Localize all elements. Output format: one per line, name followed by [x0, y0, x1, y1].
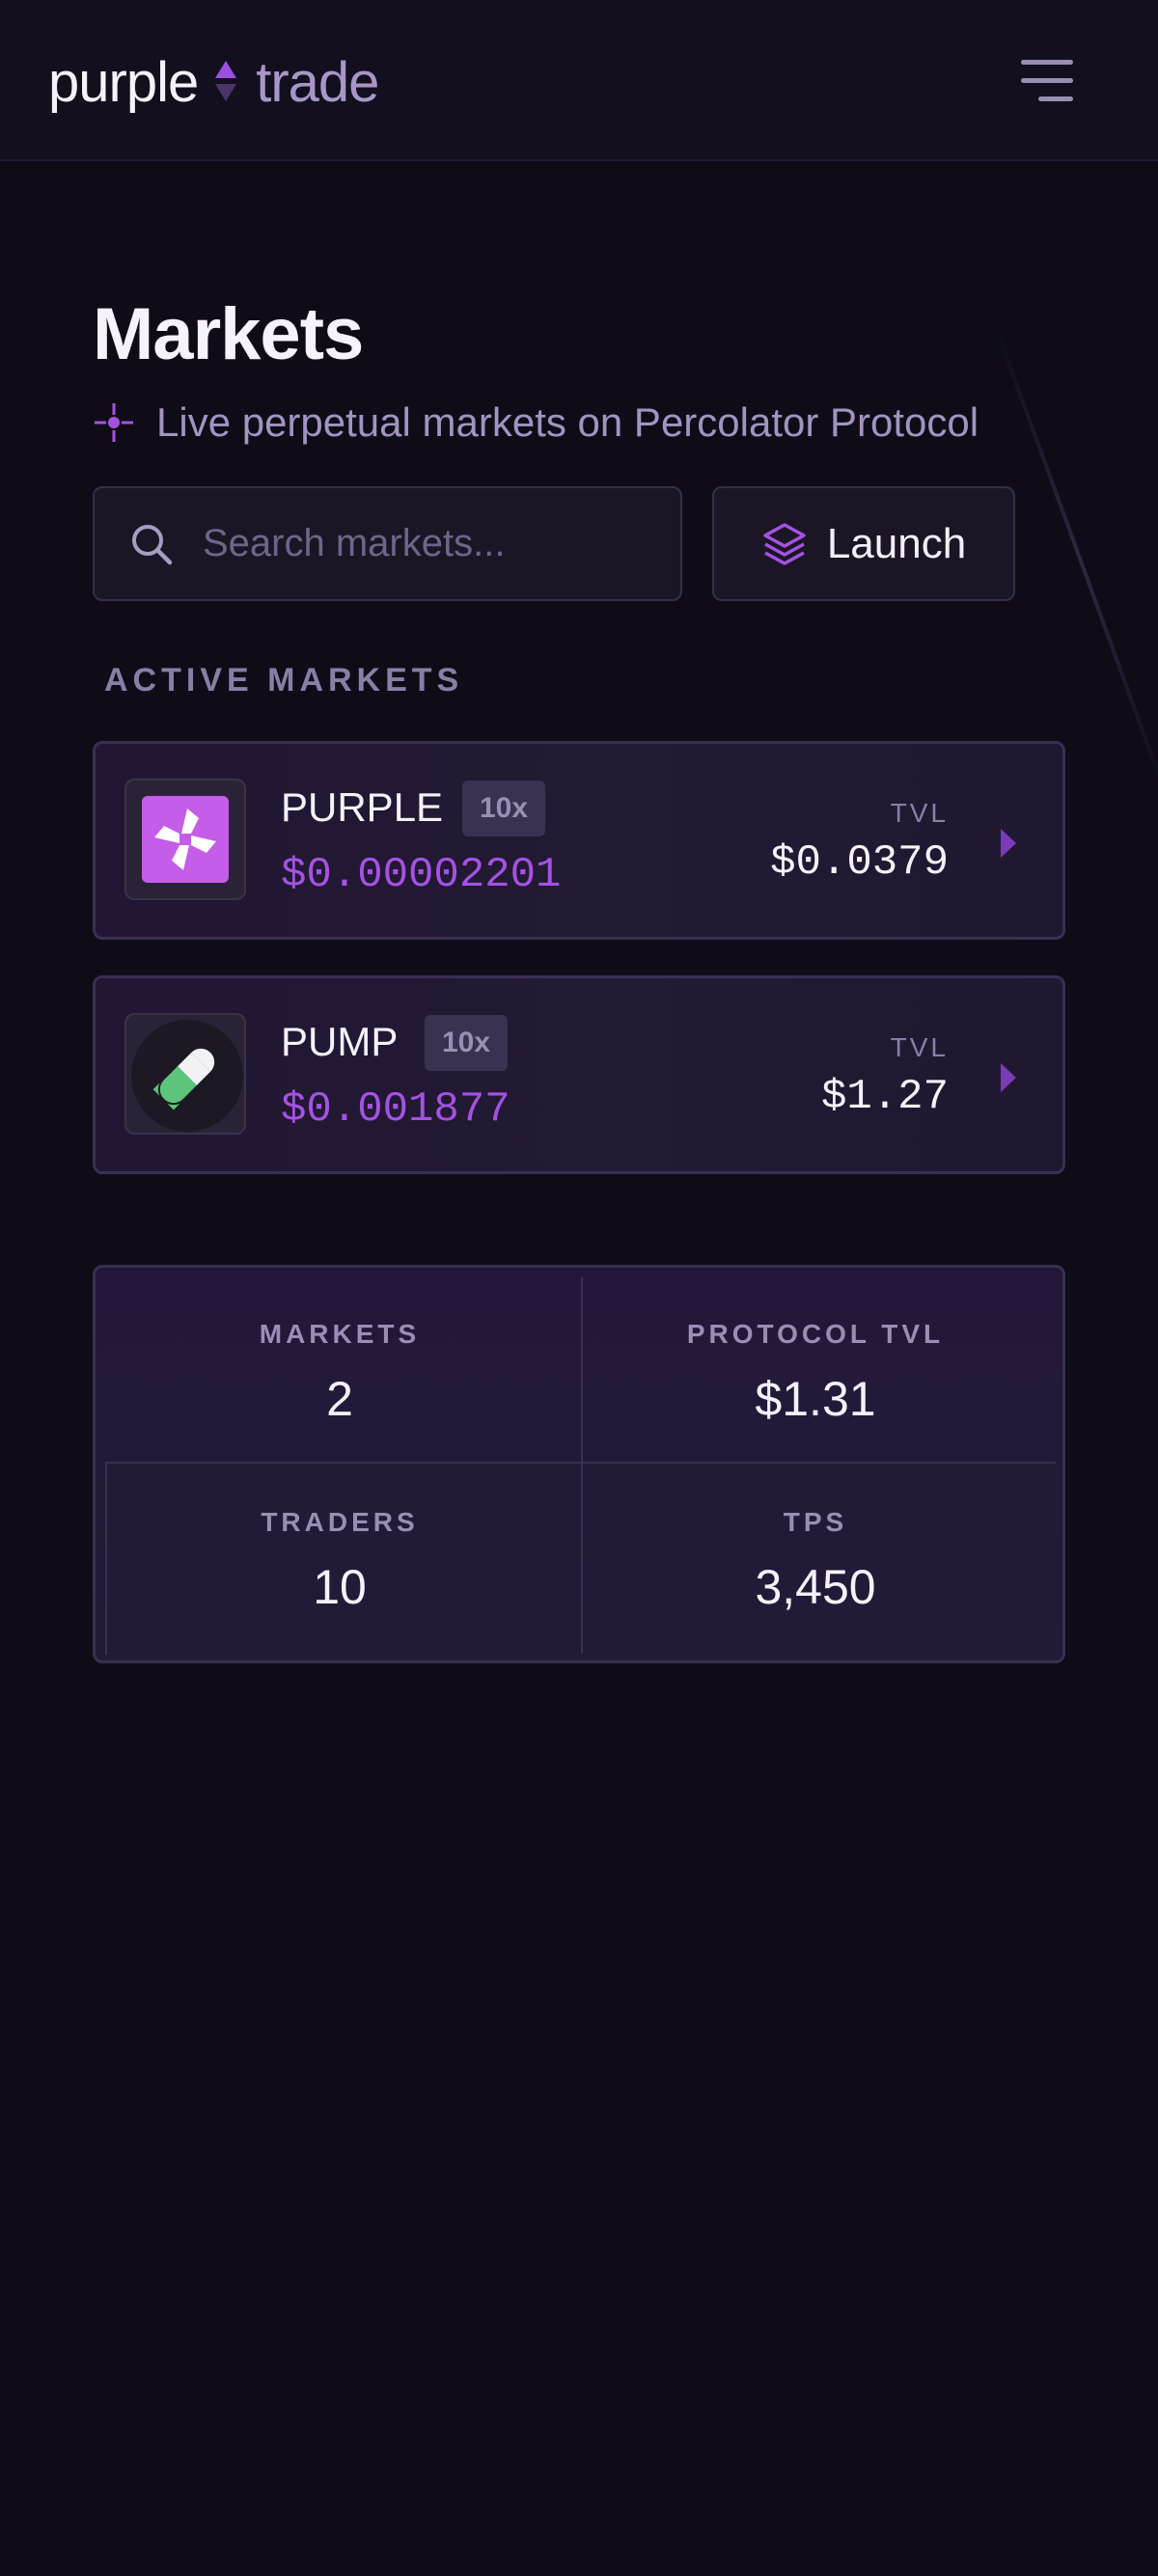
leverage-badge: 10x: [425, 1015, 509, 1071]
brand-logo[interactable]: purple trade: [48, 48, 379, 116]
stat-value: $1.31: [755, 1372, 876, 1426]
stat-value: 3,450: [755, 1560, 876, 1614]
decorative-line: [994, 326, 1158, 800]
protocol-stats-panel: MARKETS 2 PROTOCOL TVL $1.31 TRADERS 10 …: [93, 1265, 1065, 1663]
tvl-value: $1.27: [820, 1073, 949, 1121]
page-title: Markets: [93, 293, 364, 375]
tvl-label: TVL: [890, 1032, 949, 1062]
page-subtitle: Live perpetual markets on Percolator Pro…: [93, 397, 979, 448]
stat-traders: TRADERS 10: [98, 1506, 581, 1614]
tvl-label: TVL: [890, 798, 949, 828]
logo-word-purple: purple: [48, 50, 199, 114]
stat-label: PROTOCOL TVL: [686, 1319, 945, 1349]
search-icon: [132, 524, 173, 564]
subtitle-text: Live perpetual markets on Percolator Pro…: [156, 399, 979, 445]
top-navbar: purple trade: [0, 0, 1158, 161]
stat-tps: TPS 3,450: [574, 1506, 1057, 1614]
search-box[interactable]: [93, 486, 682, 601]
stat-value: 10: [313, 1560, 367, 1614]
market-name: PURPLE: [281, 784, 444, 830]
section-label-active-markets: ACTIVE MARKETS: [104, 662, 464, 699]
market-card-purple[interactable]: PURPLE 10x $0.00002201 TVL $0.0379: [93, 741, 1065, 940]
stats-divider-horizontal: [105, 1462, 1056, 1464]
leverage-badge: 10x: [462, 781, 546, 836]
pill-token-icon: [131, 1020, 243, 1132]
stat-label: TRADERS: [261, 1507, 419, 1537]
logo-arrows-icon: [213, 59, 238, 105]
stat-value: 2: [326, 1372, 353, 1426]
stat-label: MARKETS: [259, 1319, 421, 1349]
stat-label: TPS: [783, 1507, 848, 1537]
market-card-pump[interactable]: PUMP 10x $0.001877 TVL $1.27: [93, 975, 1065, 1174]
stat-markets: MARKETS 2: [98, 1318, 581, 1426]
search-input[interactable]: [201, 521, 635, 566]
market-price: $0.00002201: [281, 851, 562, 899]
token-avatar: [124, 779, 246, 900]
tvl-value: $0.0379: [770, 838, 949, 887]
stat-protocol-tvl: PROTOCOL TVL $1.31: [574, 1318, 1057, 1426]
market-price: $0.001877: [281, 1085, 510, 1134]
logo-word-trade: trade: [256, 50, 379, 114]
token-avatar: [124, 1013, 246, 1135]
layers-icon: [763, 522, 806, 565]
crosshair-icon: [95, 403, 133, 442]
chevron-right-icon: [1001, 829, 1016, 858]
pinwheel-token-icon: [142, 796, 229, 883]
launch-label: Launch: [826, 519, 967, 567]
launch-button[interactable]: Launch: [712, 486, 1015, 601]
market-name: PUMP: [281, 1019, 399, 1064]
hamburger-menu-icon[interactable]: [1018, 56, 1076, 106]
chevron-right-icon: [1001, 1063, 1016, 1092]
